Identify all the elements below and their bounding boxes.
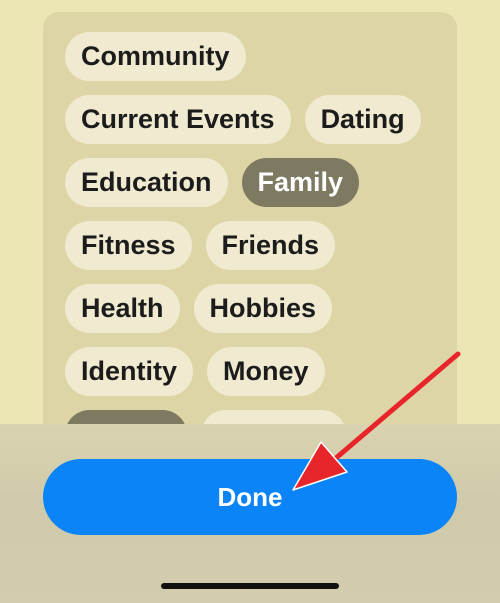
topic-chip-list: Community Current Events Dating Educatio… xyxy=(65,32,445,472)
home-indicator[interactable] xyxy=(161,583,339,589)
chip-row: Fitness Friends xyxy=(65,221,445,270)
topic-chip-friends[interactable]: Friends xyxy=(205,221,336,270)
topics-panel: Community Current Events Dating Educatio… xyxy=(43,12,457,472)
topic-chip-health[interactable]: Health xyxy=(65,284,180,333)
chip-row: Current Events Dating xyxy=(65,95,445,144)
chip-row: Education Family xyxy=(65,158,445,207)
chip-row: Community xyxy=(65,32,445,81)
topic-chip-education[interactable]: Education xyxy=(65,158,228,207)
topic-chip-fitness[interactable]: Fitness xyxy=(65,221,192,270)
topic-chip-family[interactable]: Family xyxy=(241,158,360,207)
done-button[interactable]: Done xyxy=(43,459,457,535)
chip-row: Health Hobbies xyxy=(65,284,445,333)
topic-chip-money[interactable]: Money xyxy=(207,347,325,396)
topic-chip-community[interactable]: Community xyxy=(65,32,246,81)
topic-chip-identity[interactable]: Identity xyxy=(65,347,194,396)
chip-row: Identity Money xyxy=(65,347,445,396)
topic-chip-current-events[interactable]: Current Events xyxy=(65,95,291,144)
topic-chip-dating[interactable]: Dating xyxy=(304,95,421,144)
topic-chip-hobbies[interactable]: Hobbies xyxy=(193,284,333,333)
